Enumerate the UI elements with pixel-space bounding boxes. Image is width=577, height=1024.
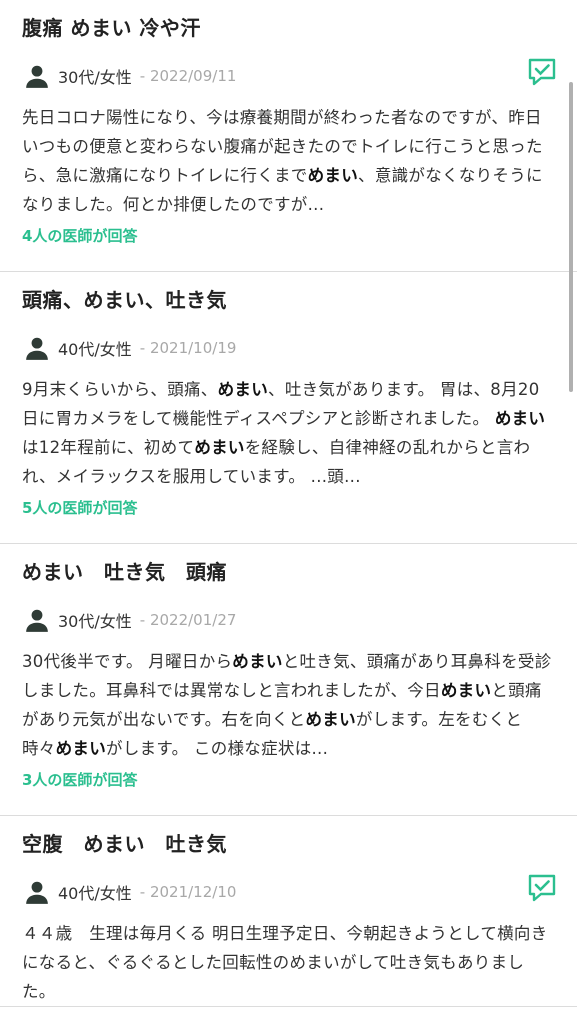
post-date: - 2022/01/27 bbox=[139, 611, 237, 629]
question-card[interactable]: 頭痛、めまい、吐き気 40代/女性 - 2021/10/19 9月末くらいから、頭痛、… bbox=[0, 272, 577, 544]
keyword-highlight: めまい bbox=[55, 739, 107, 758]
excerpt-text: は12年程前に、初めて bbox=[22, 438, 195, 457]
keyword-highlight: めまい bbox=[305, 710, 356, 729]
post-date: - 2021/10/19 bbox=[139, 339, 237, 357]
author-age-gender: 30代/女性 bbox=[58, 68, 132, 87]
scrollbar[interactable] bbox=[569, 82, 573, 392]
author-age-gender: 40代/女性 bbox=[58, 340, 132, 359]
question-card[interactable]: 腹痛 めまい 冷や汗 30代/女性 - 2022/09/11 先日コロナ陽性になり、今… bbox=[0, 0, 577, 272]
keyword-highlight: めまい bbox=[440, 681, 492, 700]
post-date: - 2022/09/11 bbox=[139, 67, 237, 85]
question-title[interactable]: めまい 吐き気 頭痛 bbox=[22, 544, 555, 586]
question-meta: 30代/女性 - 2022/09/11 bbox=[22, 61, 555, 91]
checked-chat-icon bbox=[528, 58, 556, 86]
doctor-answer-count[interactable]: 4人の医師が回答 bbox=[22, 225, 555, 271]
keyword-highlight: めまい bbox=[307, 166, 359, 185]
question-feed: 腹痛 めまい 冷や汗 30代/女性 - 2022/09/11 先日コロナ陽性になり、今… bbox=[0, 0, 577, 1007]
question-meta: 30代/女性 - 2022/01/27 bbox=[22, 605, 555, 635]
excerpt-text: 30代後半です。 月曜日から bbox=[22, 652, 233, 671]
excerpt-text: 9月末くらいから、頭痛、 bbox=[22, 380, 218, 399]
question-excerpt[interactable]: 30代後半です。 月曜日からめまいと吐き気、頭痛があり耳鼻科を受診しました。耳鼻… bbox=[22, 647, 555, 763]
doctor-answer-count[interactable]: 5人の医師が回答 bbox=[22, 497, 555, 543]
doctor-answer-count[interactable]: 3人の医師が回答 bbox=[22, 769, 555, 815]
checked-chat-icon bbox=[528, 874, 556, 902]
keyword-highlight: めまい bbox=[494, 409, 546, 428]
question-excerpt[interactable]: ４４歳 生理は毎月くる 明日生理予定日、今朝起きようとして横向きになると、ぐるぐ… bbox=[22, 919, 555, 1006]
post-date: - 2021/12/10 bbox=[139, 883, 237, 901]
question-card[interactable]: 空腹 めまい 吐き気 40代/女性 - 2021/12/10 ４４歳 生理は毎月くる … bbox=[0, 816, 577, 1007]
keyword-highlight: めまい bbox=[232, 652, 283, 671]
author-age-gender: 30代/女性 bbox=[58, 612, 132, 631]
question-card[interactable]: めまい 吐き気 頭痛 30代/女性 - 2022/01/27 30代後半です。 月曜日… bbox=[0, 544, 577, 816]
question-meta: 40代/女性 - 2021/12/10 bbox=[22, 877, 555, 907]
keyword-highlight: めまい bbox=[194, 438, 245, 457]
author-age-gender: 40代/女性 bbox=[58, 884, 132, 903]
excerpt-text: がします。 この様な症状は... bbox=[106, 739, 329, 758]
question-meta: 40代/女性 - 2021/10/19 bbox=[22, 333, 555, 363]
question-title[interactable]: 頭痛、めまい、吐き気 bbox=[22, 272, 555, 314]
user-icon bbox=[26, 881, 48, 904]
excerpt-text: ４４歳 生理は毎月くる 明日生理予定日、今朝起きようとして横向きになると、ぐるぐ… bbox=[22, 924, 548, 1001]
keyword-highlight: めまい bbox=[217, 380, 269, 399]
user-icon bbox=[26, 609, 48, 632]
question-title[interactable]: 空腹 めまい 吐き気 bbox=[22, 816, 555, 858]
user-icon bbox=[26, 65, 48, 88]
question-excerpt[interactable]: 先日コロナ陽性になり、今は療養期間が終わった者なのですが、昨日いつもの便意と変わ… bbox=[22, 103, 555, 219]
question-title[interactable]: 腹痛 めまい 冷や汗 bbox=[22, 0, 555, 42]
user-icon bbox=[26, 337, 48, 360]
question-excerpt[interactable]: 9月末くらいから、頭痛、めまい、吐き気があります。 胃は、8月20日に胃カメラを… bbox=[22, 375, 555, 491]
